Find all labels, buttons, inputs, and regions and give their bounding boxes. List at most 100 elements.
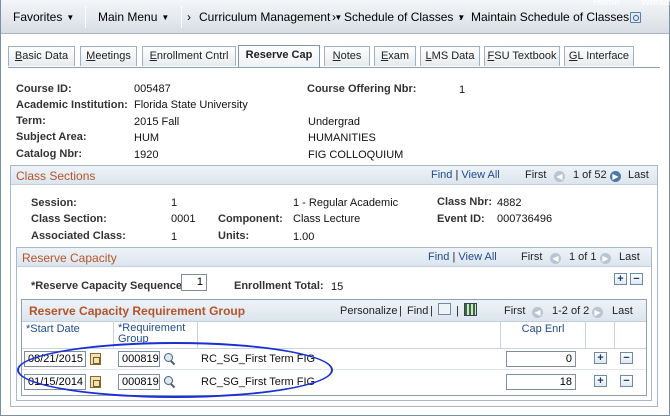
home-link[interactable]: Home	[593, 0, 620, 8]
reserve-capacity-header: Reserve Capacity Find | View All First ◀…	[17, 248, 651, 267]
reserve-capacity-first: First	[521, 251, 543, 263]
column-add	[586, 321, 615, 349]
reserve-seq-input[interactable]: 1	[181, 274, 207, 291]
requirement-group-input[interactable]: 000819	[118, 374, 160, 390]
top-navigation-bar: Home Worklist Favorites▼ Main Menu▼ › Cu…	[1, 0, 670, 34]
remove-reserve-button[interactable]: −	[630, 273, 643, 285]
requirement-last: Last	[612, 305, 633, 317]
cap-enrl-input[interactable]: 18	[506, 374, 576, 390]
requirement-group-desc: RC_SG_First Term FIG	[201, 353, 316, 365]
class-nbr-value: 4882	[497, 197, 522, 209]
header-divider	[22, 348, 646, 349]
tab-enrollment-cntrl[interactable]: Enrollment Cntrl	[142, 46, 236, 66]
tab-exam[interactable]: Exam	[374, 46, 416, 66]
caret-down-icon: ▼	[66, 13, 75, 22]
add-row-button[interactable]: +	[594, 352, 607, 364]
requirement-next-button[interactable]: ▶	[592, 305, 603, 318]
reserve-capacity-find-link[interactable]: Find	[428, 251, 449, 263]
nav-maintain-schedule[interactable]: Maintain Schedule of Classes	[471, 10, 642, 24]
tab-reserve-cap[interactable]: Reserve Cap	[238, 45, 320, 67]
column-cap-enrl[interactable]: Cap Enrl	[501, 321, 586, 349]
nav-separator	[181, 6, 182, 28]
column-description	[198, 321, 501, 349]
tab-divider	[8, 67, 660, 68]
column-remove	[615, 321, 646, 349]
caret-down-icon: ▼	[161, 13, 170, 22]
class-nbr-label: Class Nbr:	[437, 196, 493, 208]
add-reserve-button[interactable]: +	[614, 273, 627, 285]
lookup-magnifier-icon[interactable]	[164, 376, 176, 388]
subject-area-value: HUM	[134, 132, 160, 144]
course-offering-label: Course Offering Nbr:	[307, 83, 417, 95]
session-value: 1	[171, 197, 178, 209]
requirement-group-header: Reserve Capacity Requirement Group Perso…	[22, 300, 646, 322]
component-value: Class Lecture	[293, 213, 361, 225]
class-sections-find-link[interactable]: Find	[431, 169, 452, 181]
nav-schedule-of-classes[interactable]: Schedule of Classes ▼	[344, 10, 465, 24]
class-section-value: 0001	[171, 213, 196, 225]
tab-fsu-textbook[interactable]: FSU Textbook	[484, 46, 560, 66]
reserve-capacity-last: Last	[619, 251, 640, 263]
personalize-link[interactable]: Personalize	[340, 305, 397, 317]
class-sections-prev-button[interactable]: ◀	[554, 169, 565, 182]
tab-basic-data[interactable]: Basic Data	[8, 46, 75, 66]
view-in-window-icon[interactable]	[438, 303, 451, 315]
calendar-icon[interactable]	[90, 376, 101, 388]
requirement-group-input[interactable]: 000819	[118, 351, 160, 367]
requirement-find-link[interactable]: Find	[407, 305, 428, 317]
associated-class-label: Associated Class:	[31, 230, 126, 242]
requirement-group-title: Reserve Capacity Requirement Group	[29, 304, 246, 318]
requirement-first: First	[504, 305, 526, 317]
catalog-desc: FIG COLLOQUIUM	[308, 149, 404, 161]
event-id-label: Event ID:	[437, 213, 485, 225]
class-sections-view-all-link[interactable]: View All	[461, 169, 499, 181]
reserve-capacity-range: 1 of 1	[569, 251, 597, 263]
worklist-link[interactable]: Worklist	[641, 0, 670, 8]
event-id-value: 000736496	[497, 213, 553, 225]
term-value: 2015 Fall	[134, 116, 180, 128]
column-start-date[interactable]: *Start Date	[22, 321, 114, 349]
term-label: Term:	[16, 115, 46, 127]
reserve-capacity-prev-button[interactable]: ◀	[550, 251, 561, 264]
institution-label: Academic Institution:	[16, 99, 128, 111]
reserve-seq-label: *Reserve Capacity Sequence:	[31, 280, 186, 292]
units-label: Units:	[218, 230, 250, 242]
nav-chevron-icon: ›	[332, 10, 336, 24]
tab-lms-data[interactable]: LMS Data	[420, 46, 480, 66]
add-row-button[interactable]: +	[594, 375, 607, 387]
download-spreadsheet-icon[interactable]	[464, 303, 477, 316]
calendar-icon[interactable]	[90, 353, 101, 365]
class-sections-last-link[interactable]: Last	[628, 169, 649, 181]
subject-area-label: Subject Area:	[16, 131, 87, 143]
reserve-capacity-view-all-link[interactable]: View All	[458, 251, 496, 263]
class-sections-next-button[interactable]: ▶	[610, 169, 621, 182]
delete-row-button[interactable]: −	[620, 375, 633, 387]
requirement-prev-button[interactable]: ◀	[532, 305, 543, 318]
start-date-input[interactable]: 08/21/2015	[24, 351, 86, 367]
nav-curriculum-management[interactable]: Curriculum Management ▼	[199, 10, 342, 24]
next-arrow-icon: ▶	[610, 171, 621, 182]
class-sections-header: Class Sections Find | View All First ◀ 1…	[11, 166, 657, 185]
cap-enrl-input[interactable]: 0	[506, 351, 576, 367]
associated-class-value: 1	[171, 231, 178, 243]
tab-meetings[interactable]: Meetings	[80, 46, 137, 66]
nav-main-menu[interactable]: Main Menu ▼	[98, 10, 169, 24]
next-arrow-icon: ▶	[600, 253, 611, 264]
reserve-capacity-title: Reserve Capacity	[22, 251, 117, 265]
requirement-group-desc: RC_SG_First Term FIG	[201, 376, 316, 388]
delete-row-button[interactable]: −	[620, 352, 633, 364]
lookup-magnifier-icon[interactable]	[164, 353, 176, 365]
requirement-range: 1-2 of 2	[552, 305, 590, 317]
column-requirement-group[interactable]: *Requirement Group	[114, 321, 198, 349]
units-value: 1.00	[293, 231, 315, 243]
tab-notes[interactable]: Notes	[324, 46, 370, 66]
class-section-label: Class Section:	[31, 213, 107, 225]
start-date-input[interactable]: 01/15/2014	[24, 374, 86, 390]
catalog-nbr-value: 1920	[134, 149, 159, 161]
nav-favorites[interactable]: Favorites ▼	[13, 10, 74, 24]
class-sections-range: 1 of 52	[573, 169, 607, 181]
tab-gl-interface[interactable]: GL Interface	[564, 46, 634, 66]
course-id-label: Course ID:	[16, 83, 72, 95]
reserve-capacity-next-button[interactable]: ▶	[600, 251, 611, 264]
prev-arrow-icon: ◀	[550, 253, 561, 264]
